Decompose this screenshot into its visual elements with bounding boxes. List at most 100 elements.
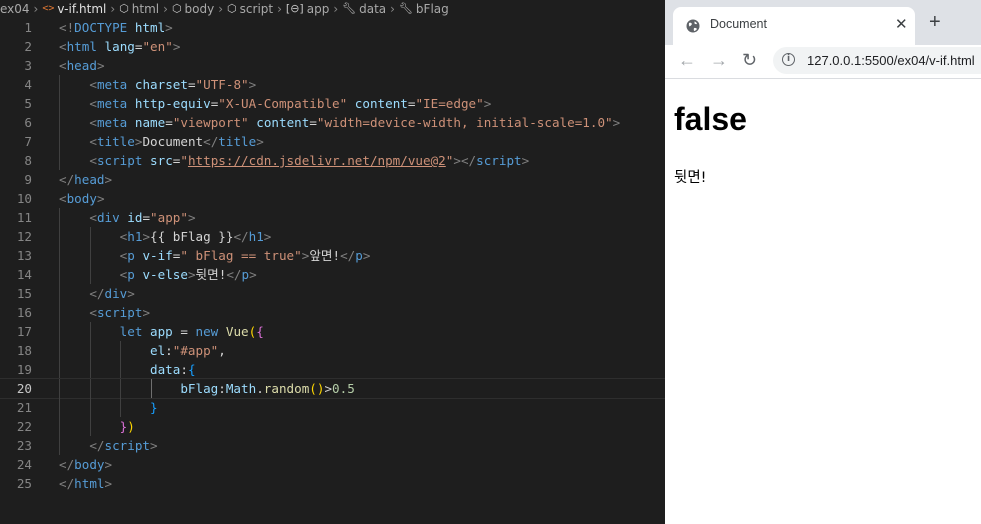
code-line[interactable]: 21 } <box>0 398 665 417</box>
code-line[interactable]: 25 </html> <box>0 474 665 493</box>
code-area[interactable]: 1 <!DOCTYPE html> 2 <html lang="en"> 3 <hea… <box>0 18 665 493</box>
tab-title: Document <box>710 17 767 31</box>
code-line[interactable]: 11 <div id="app"> <box>0 208 665 227</box>
breadcrumb-file[interactable]: <> v-if.html <box>42 2 106 16</box>
chevron-right-icon: › <box>390 1 395 16</box>
token-variable: Math <box>225 381 257 396</box>
token-attr: content <box>354 96 408 111</box>
line-number: 18 <box>16 343 32 358</box>
code-line[interactable]: 18 el:"#app", <box>0 341 665 360</box>
code-line[interactable]: 4 <meta charset="UTF-8"> <box>0 75 665 94</box>
breadcrumb-folder[interactable]: ex04 <box>0 2 30 16</box>
browser-toolbar: ← → ↻ i 127.0.0.1:5500/ex04/v-if.html <box>665 45 981 79</box>
line-number: 13 <box>16 248 32 263</box>
code-line[interactable]: 16 <script> <box>0 303 665 322</box>
code-line[interactable]: 7 <title>Document</title> <box>0 132 665 151</box>
code-line[interactable]: 13 <p v-if=" bFlag == true">앞면!</p> <box>0 246 665 265</box>
token-tag: meta <box>96 96 128 111</box>
line-number: 7 <box>24 134 32 149</box>
breadcrumb-app[interactable]: [⊖] app <box>286 2 329 16</box>
code-editor[interactable]: ex04 › <> v-if.html › ⬡ html › ⬡ body › ⬡ sc… <box>0 0 665 524</box>
code-line[interactable]: 14 <p v-else>뒷면!</p> <box>0 265 665 284</box>
code-line[interactable]: 8 <script src="https://cdn.jsdelivr.net/… <box>0 151 665 170</box>
chevron-right-icon: › <box>333 1 339 16</box>
line-number: 2 <box>24 39 32 54</box>
token-punct: , <box>218 343 226 358</box>
token-text: 앞면! <box>309 248 341 263</box>
breadcrumb-script-label: script <box>239 1 274 16</box>
token-keyword: new <box>195 324 219 339</box>
page-heading: false <box>674 101 747 137</box>
breadcrumb-html[interactable]: ⬡ html <box>119 2 159 16</box>
new-tab-button[interactable]: + <box>929 10 941 34</box>
breadcrumb-body[interactable]: ⬡ body <box>172 2 214 16</box>
code-line[interactable]: 3 <head> <box>0 56 665 75</box>
code-line[interactable]: 15 </div> <box>0 284 665 303</box>
line-number: 21 <box>16 400 32 415</box>
token-operator: = <box>172 324 196 339</box>
browser-tab[interactable]: Document ✕ <box>673 7 915 45</box>
breadcrumb: ex04 › <> v-if.html › ⬡ html › ⬡ body › ⬡ sc… <box>0 0 665 17</box>
code-line[interactable]: 24 </body> <box>0 455 665 474</box>
line-number: 14 <box>16 267 32 282</box>
token-attr: src <box>150 153 173 168</box>
chevron-right-icon: › <box>33 1 39 16</box>
token-keyword: let <box>119 324 143 339</box>
token-tag: title <box>96 134 135 149</box>
token-attr: http-equiv <box>134 96 211 111</box>
code-line[interactable]: 22 }) <box>0 417 665 436</box>
token-tag: script <box>104 438 151 453</box>
line-number: 8 <box>24 153 32 168</box>
token-string: "UTF-8" <box>195 77 249 92</box>
token-bracket: } <box>150 400 158 415</box>
breadcrumb-folder-label: ex04 <box>0 1 30 16</box>
breadcrumb-script[interactable]: ⬡ script <box>227 2 273 16</box>
code-line[interactable]: 5 <meta http-equiv="X-UA-Compatible" con… <box>0 94 665 113</box>
code-line[interactable]: 23 </script> <box>0 436 665 455</box>
info-icon[interactable]: i <box>782 53 795 66</box>
code-link[interactable]: https://cdn.jsdelivr.net/npm/vue@2 <box>188 153 446 168</box>
breadcrumb-bflag[interactable]: 🔧︎ bFlag <box>399 2 449 16</box>
token-text: 뒷면! <box>195 267 227 282</box>
chevron-right-icon: › <box>163 1 168 16</box>
token-attr: charset <box>134 77 188 92</box>
token-punct: : <box>165 343 173 358</box>
object-icon: [⊖] <box>285 2 304 15</box>
token-string: " <box>180 153 188 168</box>
token-bracket: { <box>256 324 264 339</box>
code-line[interactable]: 1 <!DOCTYPE html> <box>0 18 665 37</box>
token-bracket: () <box>309 381 325 396</box>
page-paragraph: 뒷면! <box>674 170 707 186</box>
line-number: 17 <box>16 324 32 339</box>
token-tag: p <box>127 248 135 263</box>
close-icon[interactable]: ✕ <box>895 15 908 33</box>
code-line[interactable]: 12 <h1>{{ bFlag }}</h1> <box>0 227 665 246</box>
line-number: 20 <box>16 381 32 396</box>
cube-icon: ⬡ <box>227 2 237 15</box>
cube-icon: ⬡ <box>171 2 182 15</box>
code-line[interactable]: 10 <body> <box>0 189 665 208</box>
token-tag: p <box>127 267 135 282</box>
breadcrumb-data-label: data <box>359 1 387 16</box>
code-line[interactable]: 9 </head> <box>0 170 665 189</box>
token-punct: > <box>165 20 173 35</box>
code-line[interactable]: 17 let app = new Vue({ <box>0 322 665 341</box>
code-line-active[interactable]: 20 bFlag:Math.random()>0.5 <box>0 378 665 399</box>
back-arrow-icon[interactable]: ← <box>678 49 696 71</box>
reload-icon[interactable]: ↻ <box>742 49 757 71</box>
token-punct: : <box>180 362 188 377</box>
token-function: random <box>263 381 310 396</box>
globe-icon <box>686 19 700 33</box>
code-line[interactable]: 19 data:{ <box>0 360 665 379</box>
url-text[interactable]: 127.0.0.1:5500/ex04/v-if.html <box>807 53 975 68</box>
chevron-right-icon: › <box>277 1 282 16</box>
forward-arrow-icon[interactable]: → <box>710 49 728 71</box>
code-line[interactable]: 6 <meta name="viewport" content="width=d… <box>0 113 665 132</box>
chevron-right-icon: › <box>110 1 116 16</box>
token-tag: p <box>241 267 250 282</box>
token-string: "app" <box>150 210 188 225</box>
token-tag: DOCTYPE <box>74 20 128 35</box>
address-bar[interactable]: i 127.0.0.1:5500/ex04/v-if.html <box>773 47 981 74</box>
breadcrumb-data[interactable]: 🔧︎ data <box>342 2 386 16</box>
code-line[interactable]: 2 <html lang="en"> <box>0 37 665 56</box>
